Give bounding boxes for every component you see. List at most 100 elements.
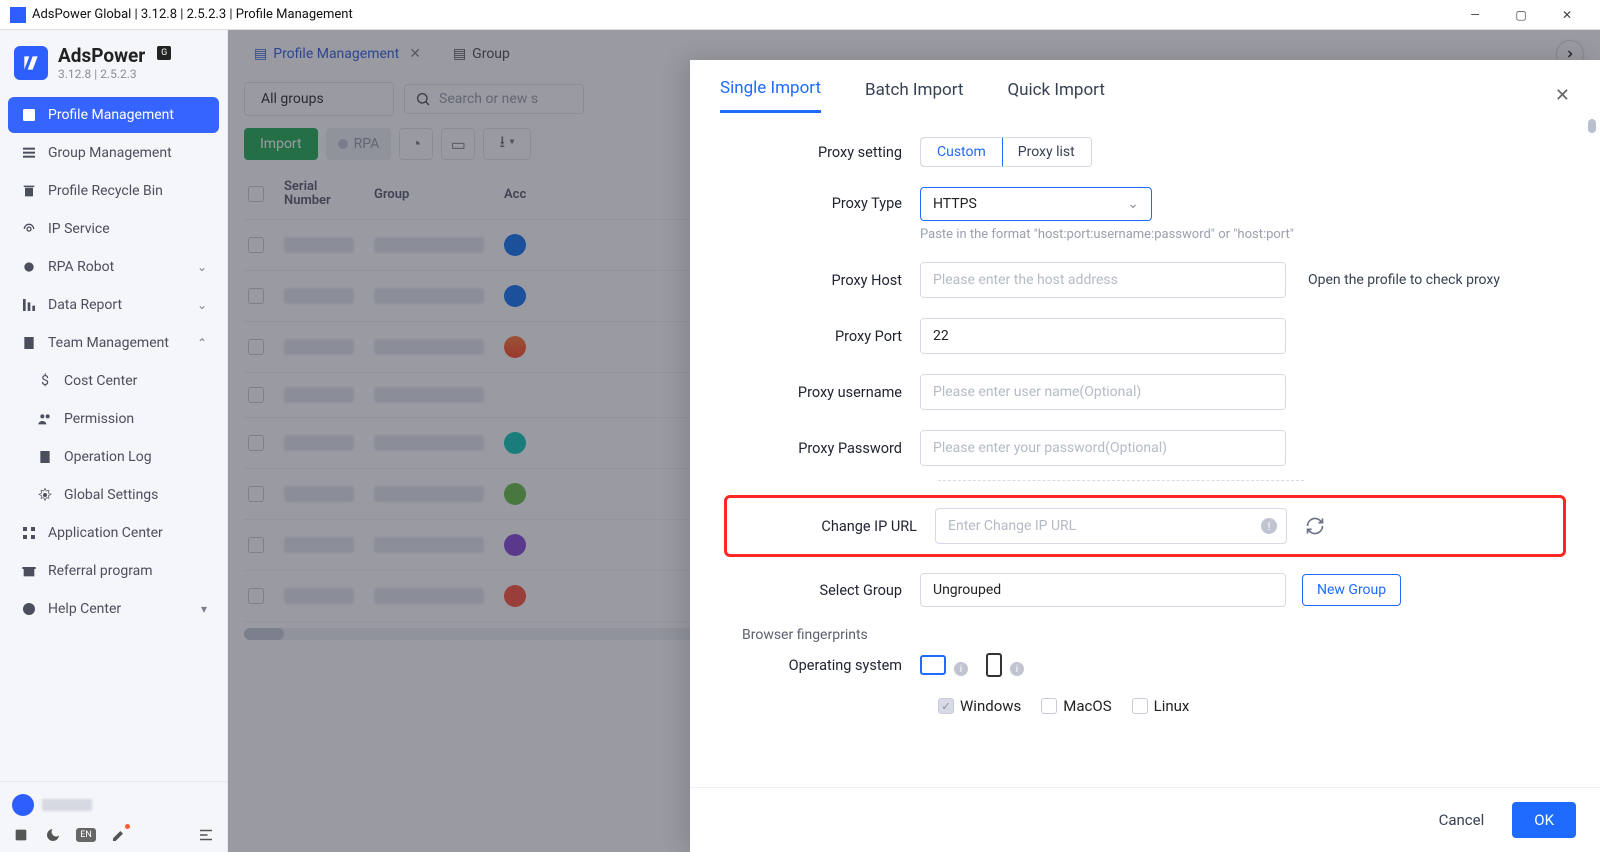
divider <box>938 480 1304 481</box>
sidebar-item-referral-program[interactable]: Referral program <box>8 553 219 589</box>
sidebar-item-help-center[interactable]: Help Center ▾ <box>8 591 219 627</box>
brand-name: AdsPower <box>58 44 145 67</box>
tab-batch-import[interactable]: Batch Import <box>865 80 963 112</box>
robot-icon <box>20 258 38 276</box>
sidebar-item-label: Help Center <box>48 601 121 617</box>
document-icon <box>36 448 54 466</box>
info-icon[interactable]: i <box>954 662 968 676</box>
row-operating-system: Operating system i i <box>724 653 1566 677</box>
proxy-port-input[interactable] <box>920 318 1286 354</box>
sidebar-item-profile-management[interactable]: Profile Management <box>8 97 219 133</box>
maximize-button[interactable]: ▢ <box>1498 0 1544 30</box>
info-icon[interactable]: ! <box>1261 518 1277 534</box>
row-proxy-username: Proxy username <box>724 374 1566 410</box>
chart-icon <box>20 296 38 314</box>
close-drawer-button[interactable]: ✕ <box>1555 85 1570 106</box>
sidebar-item-cost-center[interactable]: $ Cost Center <box>8 363 219 399</box>
row-proxy-password: Proxy Password <box>724 430 1566 466</box>
tab-single-import[interactable]: Single Import <box>720 78 821 113</box>
chevron-down-icon: ⌄ <box>197 260 207 274</box>
tab-quick-import[interactable]: Quick Import <box>1007 80 1104 112</box>
sidebar-footer: EN <box>0 781 227 852</box>
gift-icon <box>20 562 38 580</box>
chevron-down-icon: ⌄ <box>1127 196 1139 212</box>
minimize-button[interactable]: — <box>1452 0 1498 30</box>
chk-macos[interactable]: MacOS <box>1041 697 1111 715</box>
browser-fingerprints-label: Browser fingerprints <box>742 627 1566 643</box>
desktop-icon[interactable] <box>920 655 946 675</box>
chk-label: Windows <box>960 697 1021 715</box>
group-select-input[interactable]: Ungrouped <box>920 573 1286 607</box>
window-title: AdsPower Global | 3.12.8 | 2.5.2.3 | Pro… <box>32 7 353 22</box>
sidebar-item-team-management[interactable]: Team Management ⌃ <box>8 325 219 361</box>
label-select-group: Select Group <box>724 582 920 599</box>
proxy-host-input[interactable] <box>920 262 1286 298</box>
close-window-button[interactable]: ✕ <box>1544 0 1590 30</box>
sidebar-item-label: Group Management <box>48 145 172 161</box>
sidebar-item-label: Global Settings <box>64 487 158 503</box>
mobile-icon[interactable] <box>986 653 1002 677</box>
sidebar-item-global-settings[interactable]: Global Settings <box>8 477 219 513</box>
opt-proxy-list[interactable]: Proxy list <box>1002 138 1091 166</box>
chk-linux[interactable]: Linux <box>1132 697 1190 715</box>
new-group-button[interactable]: New Group <box>1302 574 1401 606</box>
gear-icon <box>36 486 54 504</box>
edit-icon[interactable] <box>110 826 128 844</box>
proxy-password-input[interactable] <box>920 430 1286 466</box>
info-icon[interactable]: i <box>1010 662 1024 676</box>
opt-custom[interactable]: Custom <box>920 137 1003 167</box>
username-redacted <box>42 799 92 811</box>
label-proxy-setting: Proxy setting <box>724 144 920 161</box>
proxy-setting-toggle: Custom Proxy list <box>920 137 1092 167</box>
vertical-scrollbar[interactable] <box>1586 113 1598 787</box>
user-row[interactable] <box>12 790 215 826</box>
avatar <box>12 794 34 816</box>
sidebar-item-group-management[interactable]: Group Management <box>8 135 219 171</box>
sidebar-item-label: Profile Recycle Bin <box>48 183 163 199</box>
collapse-sidebar-icon[interactable] <box>197 826 215 844</box>
row-select-group: Select Group Ungrouped New Group <box>724 573 1566 607</box>
ok-button[interactable]: OK <box>1512 802 1576 838</box>
label-proxy-type: Proxy Type <box>724 187 920 212</box>
sidebar-item-permission[interactable]: Permission <box>8 401 219 437</box>
group-value: Ungrouped <box>933 582 1001 598</box>
language-icon[interactable]: EN <box>76 828 96 842</box>
drawer-footer: Cancel OK <box>690 787 1600 852</box>
building-icon <box>20 334 38 352</box>
logo-icon <box>14 46 48 80</box>
proxy-type-select[interactable]: HTTPS ⌄ <box>920 187 1152 221</box>
grid-icon <box>20 524 38 542</box>
sidebar-item-operation-log[interactable]: Operation Log <box>8 439 219 475</box>
sidebar-item-rpa-robot[interactable]: RPA Robot ⌄ <box>8 249 219 285</box>
dollar-icon: $ <box>36 372 54 390</box>
refresh-icon[interactable] <box>1305 516 1325 536</box>
sidebar-item-label: Cost Center <box>64 373 137 389</box>
sidebar-item-label: Data Report <box>48 297 122 313</box>
sidebar-item-label: RPA Robot <box>48 259 114 275</box>
sidebar-item-application-center[interactable]: Application Center <box>8 515 219 551</box>
label-proxy-username: Proxy username <box>724 384 920 401</box>
label-proxy-host: Proxy Host <box>724 272 920 289</box>
proxy-username-input[interactable] <box>920 374 1286 410</box>
chk-label: Linux <box>1154 697 1190 715</box>
change-ip-input[interactable] <box>935 508 1287 544</box>
help-icon <box>20 600 38 618</box>
sidebar-item-label: IP Service <box>48 221 110 237</box>
broadcast-icon <box>20 220 38 238</box>
app-icon <box>10 7 26 23</box>
sidebar-item-label: Operation Log <box>64 449 152 465</box>
cancel-button[interactable]: Cancel <box>1429 803 1495 837</box>
moon-icon[interactable] <box>44 826 62 844</box>
chk-label: MacOS <box>1063 697 1111 715</box>
sidebar-item-ip-service[interactable]: IP Service <box>8 211 219 247</box>
sidebar-item-recycle-bin[interactable]: Profile Recycle Bin <box>8 173 219 209</box>
row-proxy-host: Proxy Host Open the profile to check pro… <box>724 262 1566 298</box>
drawer-body: Proxy setting Custom Proxy list Proxy Ty… <box>690 113 1600 787</box>
chk-windows[interactable]: Windows <box>938 697 1021 715</box>
paste-hint: Paste in the format "host:port:username:… <box>920 227 1294 242</box>
sidebar-item-data-report[interactable]: Data Report ⌄ <box>8 287 219 323</box>
brand-version: 3.12.8 | 2.5.2.3 <box>58 67 145 81</box>
change-ip-highlight: Change IP URL ! <box>724 495 1566 557</box>
caret-down-icon: ▾ <box>201 602 207 616</box>
note-icon[interactable] <box>12 826 30 844</box>
